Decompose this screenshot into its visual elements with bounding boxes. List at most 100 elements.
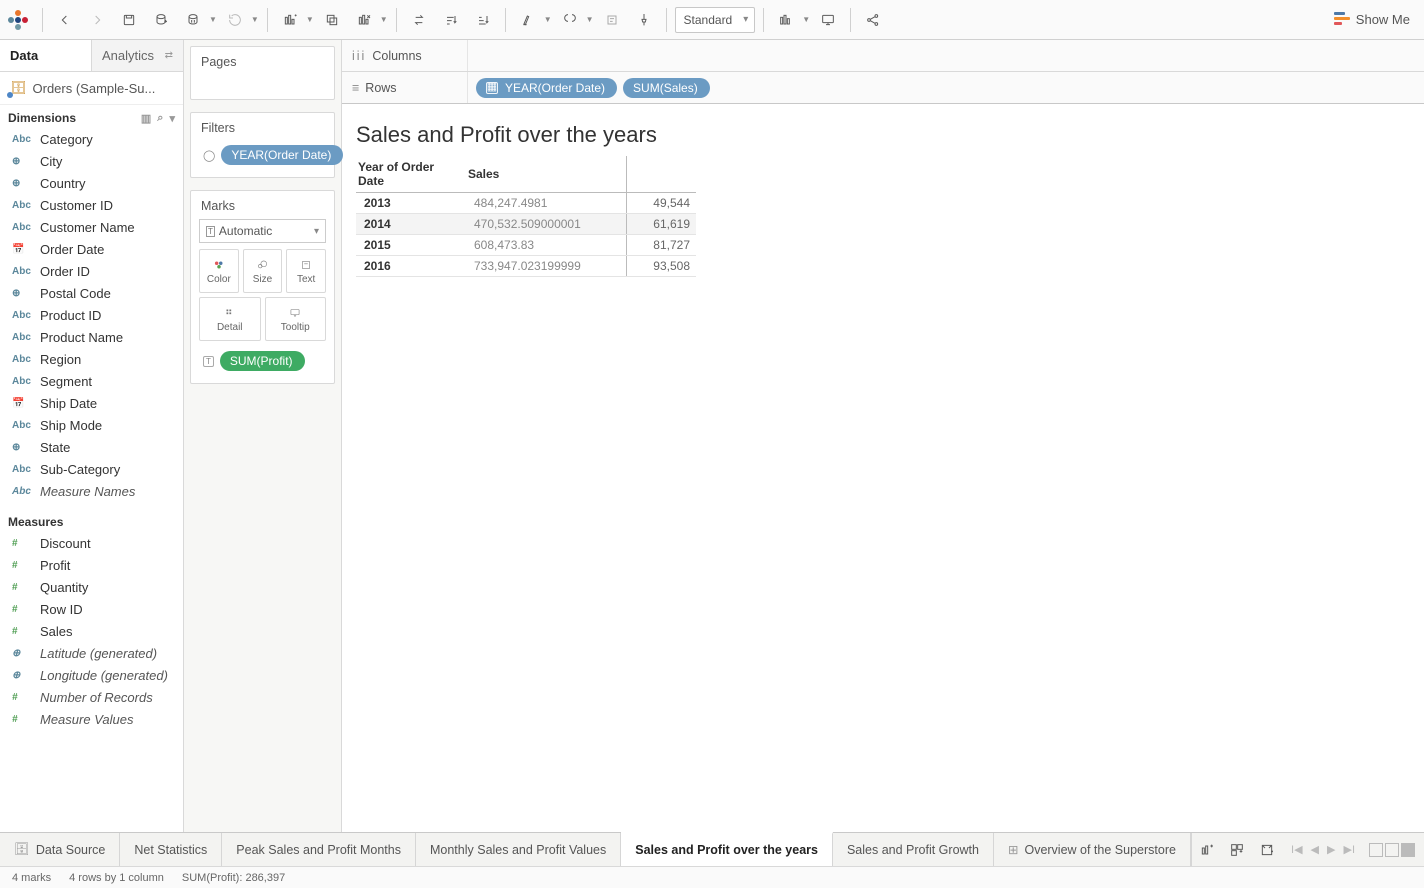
dimension-field[interactable]: AbcProduct ID [0,305,183,327]
labels-button[interactable] [598,6,626,34]
menu-icon[interactable]: ▾ [169,112,175,125]
sheet-tab[interactable]: Sales and Profit Growth [833,833,994,866]
new-datasource-button[interactable] [147,6,175,34]
dimension-field[interactable]: ⊕State [0,437,183,459]
measure-field[interactable]: #Measure Values [0,709,183,731]
fit-dropdown[interactable]: Standard [675,7,756,33]
marks-pill-profit[interactable]: SUM(Profit) [220,351,305,371]
dimension-field[interactable]: ⊕Postal Code [0,283,183,305]
table-row[interactable]: 2013484,247.498149,544 [356,193,696,214]
back-button[interactable] [51,6,79,34]
sheet-tabs: 🗄 Data Source Net StatisticsPeak Sales a… [0,832,1424,866]
dimension-field[interactable]: AbcCustomer ID [0,195,183,217]
measure-field[interactable]: #Profit [0,555,183,577]
rows-pill-sales[interactable]: SUM(Sales) [623,78,710,98]
clear-sheet-button[interactable] [350,6,378,34]
dimension-field[interactable]: AbcProduct Name [0,327,183,349]
dimension-field[interactable]: 📅Ship Date [0,393,183,415]
measure-field[interactable]: #Row ID [0,599,183,621]
dimension-field[interactable]: AbcSegment [0,371,183,393]
caret-icon[interactable]: ▼ [544,15,552,24]
rows-pill-year[interactable]: ▦YEAR(Order Date) [476,78,617,98]
pages-card[interactable]: Pages [190,46,335,100]
table-row[interactable]: 2016733,947.02319999993,508 [356,256,696,277]
mark-size-button[interactable]: Size [243,249,283,293]
caret-icon[interactable]: ▼ [802,15,810,24]
analytics-tab[interactable]: Analytics⇄ [91,40,183,71]
dimension-field[interactable]: AbcMeasure Names [0,481,183,503]
dimension-field[interactable]: AbcShip Mode [0,415,183,437]
new-worksheet-button[interactable] [276,6,304,34]
measure-field[interactable]: #Number of Records [0,687,183,709]
mark-color-button[interactable]: Color [199,249,239,293]
dimension-field[interactable]: AbcOrder ID [0,261,183,283]
caret-icon[interactable]: ▼ [380,15,388,24]
refresh-button[interactable] [221,6,249,34]
caret-icon[interactable]: ▼ [586,15,594,24]
measure-field[interactable]: #Quantity [0,577,183,599]
dimension-field[interactable]: AbcCategory [0,129,183,151]
rows-shelf[interactable]: ≡Rows ▦YEAR(Order Date) SUM(Sales) [342,72,1424,104]
new-story-tab-button[interactable] [1252,836,1282,864]
data-tab[interactable]: Data [0,40,91,71]
sheet-tab[interactable]: ⊞Overview of the Superstore [994,833,1191,866]
field-type-icon: Abc [12,329,32,347]
table-row[interactable]: 2015608,473.8381,727 [356,235,696,256]
show-cards-button[interactable] [772,6,800,34]
table-row[interactable]: 2014470,532.50900000161,619 [356,214,696,235]
sort-asc-button[interactable] [437,6,465,34]
dimension-field[interactable]: 📅Order Date [0,239,183,261]
viz-title[interactable]: Sales and Profit over the years [356,122,1410,148]
sheet-nav[interactable]: I◀◀▶▶I [1288,833,1424,866]
swap-button[interactable] [405,6,433,34]
field-type-icon: Abc [12,307,32,325]
show-me-button[interactable]: Show Me [1328,8,1416,32]
mark-text-button[interactable]: Text [286,249,326,293]
sort-desc-button[interactable] [469,6,497,34]
datasource-item[interactable]: 🗄 Orders (Sample-Su... [0,72,183,105]
filter-toggle-icon[interactable]: ◯ [203,149,215,162]
field-type-icon: Abc [12,483,32,501]
measure-field[interactable]: ⊕Longitude (generated) [0,665,183,687]
view-as-icon[interactable]: ▥ [141,112,151,125]
data-source-tab[interactable]: 🗄 Data Source [0,833,120,866]
presentation-button[interactable] [814,6,842,34]
mark-detail-button[interactable]: Detail [199,297,261,341]
measure-field[interactable]: ⊕Latitude (generated) [0,643,183,665]
dimension-field[interactable]: ⊕Country [0,173,183,195]
sheet-tab[interactable]: Net Statistics [120,833,222,866]
search-icon[interactable]: ⌕ [157,112,163,125]
share-button[interactable] [859,6,887,34]
caret-icon[interactable]: ▼ [209,15,217,24]
highlight-button[interactable] [514,6,542,34]
new-worksheet-tab-button[interactable] [1192,836,1222,864]
dimension-field[interactable]: ⊕City [0,151,183,173]
dimension-field[interactable]: AbcRegion [0,349,183,371]
col-sales-header[interactable]: Sales [466,156,626,193]
forward-button[interactable] [83,6,111,34]
pause-updates-button[interactable] [179,6,207,34]
view-mode-icons[interactable] [1366,843,1418,857]
group-button[interactable] [556,6,584,34]
mark-tooltip-button[interactable]: Tooltip [265,297,327,341]
marks-type-dropdown[interactable]: TAutomatic [199,219,326,243]
caret-icon[interactable]: ▼ [251,15,259,24]
duplicate-sheet-button[interactable] [318,6,346,34]
sheet-tab[interactable]: Monthly Sales and Profit Values [416,833,621,866]
marks-card[interactable]: Marks TAutomatic Color Size Text [190,190,335,384]
new-dashboard-tab-button[interactable] [1222,836,1252,864]
dimension-field[interactable]: AbcSub-Category [0,459,183,481]
measure-field[interactable]: #Sales [0,621,183,643]
dimension-field[interactable]: AbcCustomer Name [0,217,183,239]
filter-pill-year[interactable]: YEAR(Order Date) [221,145,343,165]
columns-shelf[interactable]: iiiColumns [342,40,1424,72]
sheet-tab[interactable]: Sales and Profit over the years [621,832,833,866]
col-year-header[interactable]: Year of Order Date [356,156,466,193]
pin-button[interactable] [630,6,658,34]
measure-field[interactable]: #Discount [0,533,183,555]
filters-card[interactable]: Filters ◯ YEAR(Order Date) [190,112,335,178]
sheet-tab[interactable]: Peak Sales and Profit Months [222,833,416,866]
save-button[interactable] [115,6,143,34]
field-type-icon: Abc [12,373,32,391]
caret-icon[interactable]: ▼ [306,15,314,24]
